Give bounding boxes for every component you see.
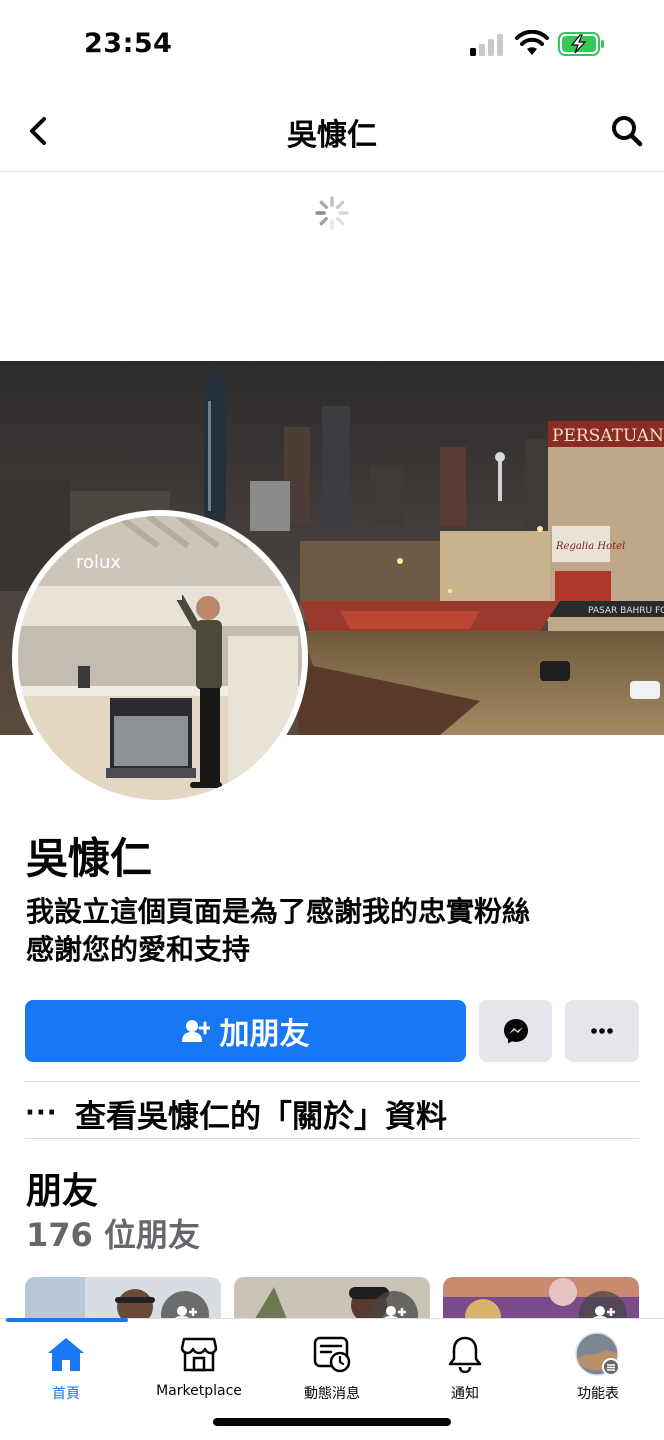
profile-bio: 我設立這個頁面是為了感謝我的忠實粉絲 感謝您的愛和支持 xyxy=(26,893,646,969)
tab-menu[interactable]: 功能表 xyxy=(532,1332,664,1403)
profile-bio-line: 我設立這個頁面是為了感謝我的忠實粉絲 xyxy=(26,895,531,928)
wifi-icon xyxy=(515,30,549,55)
search-button[interactable] xyxy=(608,112,646,150)
feed-icon xyxy=(313,1336,351,1373)
messenger-icon xyxy=(503,1019,528,1044)
back-button[interactable] xyxy=(20,112,56,150)
about-info-label: 查看吳慷仁的「關於」資料 xyxy=(75,1098,447,1135)
tab-label: 動態消息 xyxy=(304,1386,360,1402)
profile-avatar[interactable]: rolux xyxy=(12,510,308,806)
tab-home[interactable]: 首頁 xyxy=(0,1333,132,1403)
avatar-brand-text: rolux xyxy=(76,552,121,573)
status-time: 23:54 xyxy=(84,28,173,59)
friends-section-title: 朋友 xyxy=(26,1171,99,1212)
tab-label: 首頁 xyxy=(52,1386,80,1402)
status-bar: 23:54 xyxy=(0,0,664,90)
about-dots-icon: ··· xyxy=(25,1098,58,1128)
tab-notifications[interactable]: 通知 xyxy=(399,1333,531,1403)
loading-spinner-icon xyxy=(315,196,349,230)
divider xyxy=(25,1138,639,1139)
tab-label: 功能表 xyxy=(577,1386,619,1402)
add-friend-label: 加朋友 xyxy=(219,1017,310,1052)
page-title: 吳慷仁 xyxy=(287,118,377,153)
friends-count: 176 位朋友 xyxy=(26,1216,200,1254)
cellular-signal-icon xyxy=(470,34,506,56)
tab-label: 通知 xyxy=(451,1386,479,1402)
more-dots-icon xyxy=(591,1028,613,1034)
about-info-link[interactable]: ··· 查看吳慷仁的「關於」資料 xyxy=(25,1088,639,1138)
tab-label: Marketplace xyxy=(156,1383,242,1399)
tab-feed[interactable]: 動態消息 xyxy=(266,1333,398,1403)
home-icon xyxy=(48,1338,84,1371)
more-options-button[interactable] xyxy=(565,1000,639,1062)
search-icon xyxy=(612,116,643,147)
profile-name: 吳慷仁 xyxy=(26,834,153,883)
loading-area xyxy=(0,173,664,361)
chevron-left-icon xyxy=(30,117,46,145)
message-button[interactable] xyxy=(479,1000,552,1062)
top-navigation-bar: 吳慷仁 xyxy=(0,90,664,172)
active-tab-indicator xyxy=(6,1318,128,1322)
menu-avatar-icon xyxy=(575,1332,620,1376)
cover-sign-market: PASAR BAHRU FOO xyxy=(588,606,664,616)
add-friend-icon xyxy=(181,1020,210,1042)
divider xyxy=(25,1081,639,1082)
add-friend-button[interactable]: 加朋友 xyxy=(25,1000,466,1062)
cover-sign-hotel: Regalia Hotel xyxy=(555,541,625,552)
home-indicator[interactable] xyxy=(213,1418,451,1426)
marketplace-icon xyxy=(180,1337,218,1372)
tab-marketplace[interactable]: Marketplace xyxy=(133,1333,265,1403)
battery-charging-icon xyxy=(558,32,604,56)
bell-icon xyxy=(448,1336,482,1373)
cover-sign-persatuan: PERSATUAN xyxy=(552,426,664,446)
profile-bio-line: 感謝您的愛和支持 xyxy=(26,933,251,966)
